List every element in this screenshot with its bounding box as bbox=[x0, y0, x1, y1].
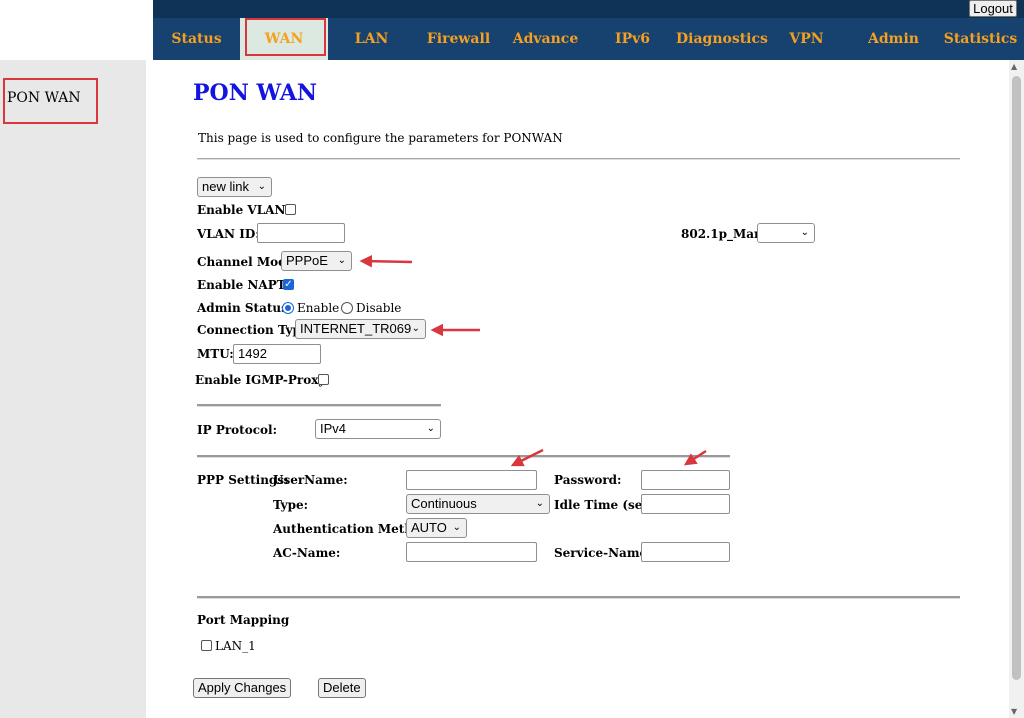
ac-name-input[interactable] bbox=[406, 542, 537, 562]
idle-time-input[interactable] bbox=[641, 494, 730, 514]
ip-protocol-label: IP Protocol: bbox=[197, 423, 278, 437]
admin-status-label: Admin Status: bbox=[197, 301, 293, 315]
tab-admin[interactable]: Admin bbox=[850, 18, 937, 60]
auth-method-select[interactable]: AUTO ⌄ bbox=[406, 518, 467, 538]
apply-changes-button[interactable]: Apply Changes bbox=[193, 678, 292, 698]
lan1-label: LAN_1 bbox=[215, 639, 256, 653]
tab-status[interactable]: Status bbox=[153, 18, 240, 60]
sidebar bbox=[0, 60, 146, 718]
service-name-label: Service-Name: bbox=[554, 546, 652, 560]
admin-disable-label: Disable bbox=[356, 301, 402, 315]
mark-label: 802.1p_Mark bbox=[681, 227, 769, 241]
enable-vlan-checkbox[interactable] bbox=[285, 204, 296, 215]
username-input[interactable] bbox=[406, 470, 537, 490]
port-mapping-label: Port Mapping bbox=[197, 613, 290, 627]
mtu-label: MTU: bbox=[197, 347, 234, 361]
service-name-input[interactable] bbox=[641, 542, 730, 562]
tab-diagnostics[interactable]: Diagnostics bbox=[676, 18, 768, 60]
annotation-arrows bbox=[359, 254, 707, 467]
tab-lan[interactable]: LAN bbox=[328, 18, 415, 60]
divider bbox=[197, 404, 441, 407]
password-label: Password: bbox=[554, 473, 622, 487]
tab-advance[interactable]: Advance bbox=[502, 18, 589, 60]
divider bbox=[197, 596, 960, 599]
admin-enable-label: Enable bbox=[297, 301, 340, 315]
mark-select[interactable]: ⌄ bbox=[757, 223, 815, 243]
type-label: Type: bbox=[273, 498, 309, 512]
delete-button[interactable]: Delete bbox=[318, 678, 366, 698]
top-nav-strip bbox=[153, 0, 1024, 18]
link-select[interactable]: new link ⌄ bbox=[197, 177, 272, 197]
ac-name-label: AC-Name: bbox=[273, 546, 341, 560]
vlan-id-input[interactable] bbox=[257, 223, 345, 243]
chevron-down-icon: ⌄ bbox=[257, 181, 266, 192]
tab-vpn[interactable]: VPN bbox=[763, 18, 850, 60]
page-title: PON WAN bbox=[193, 80, 317, 106]
chevron-down-icon: ⌄ bbox=[800, 227, 809, 238]
scroll-up-icon[interactable]: ▲ bbox=[1011, 62, 1017, 71]
tab-statistics[interactable]: Statistics bbox=[937, 18, 1024, 60]
red-arrow-icon bbox=[359, 254, 413, 268]
connection-type-select[interactable]: INTERNET_TR069 ⌄ bbox=[295, 319, 426, 339]
scroll-down-icon[interactable]: ▼ bbox=[1011, 707, 1017, 716]
password-input[interactable] bbox=[641, 470, 730, 490]
page-description: This page is used to configure the param… bbox=[198, 131, 563, 145]
logout-button[interactable]: Logout bbox=[969, 0, 1017, 17]
enable-napt-label: Enable NAPT: bbox=[197, 278, 290, 292]
igmp-proxy-checkbox[interactable] bbox=[318, 374, 329, 385]
enable-napt-checkbox[interactable]: ✓ bbox=[283, 279, 294, 290]
igmp-proxy-label: Enable IGMP-Proxy: bbox=[195, 373, 330, 387]
admin-disable-radio[interactable] bbox=[341, 302, 353, 314]
divider bbox=[197, 158, 960, 160]
username-label: UserName: bbox=[273, 473, 348, 487]
tab-ipv6[interactable]: IPv6 bbox=[589, 18, 676, 60]
vlan-id-label: VLAN ID: bbox=[197, 227, 260, 241]
tab-firewall[interactable]: Firewall bbox=[415, 18, 502, 60]
sidebar-highlight bbox=[3, 78, 98, 124]
channel-mode-select[interactable]: PPPoE ⌄ bbox=[281, 251, 352, 271]
ip-protocol-select[interactable]: IPv4 ⌄ bbox=[315, 419, 441, 439]
mtu-input[interactable]: 1492 bbox=[233, 344, 321, 364]
chevron-down-icon: ⌄ bbox=[411, 323, 420, 334]
admin-enable-radio[interactable] bbox=[282, 302, 294, 314]
chevron-down-icon: ⌄ bbox=[535, 498, 544, 509]
chevron-down-icon: ⌄ bbox=[337, 255, 346, 266]
chevron-down-icon: ⌄ bbox=[426, 423, 435, 434]
enable-vlan-label: Enable VLAN: bbox=[197, 203, 290, 217]
checkmark-icon: ✓ bbox=[284, 279, 293, 290]
wan-tab-highlight bbox=[245, 18, 326, 56]
divider bbox=[197, 455, 730, 458]
type-select[interactable]: Continuous ⌄ bbox=[406, 494, 550, 514]
lan1-checkbox[interactable] bbox=[201, 640, 212, 651]
scrollbar-thumb[interactable] bbox=[1012, 76, 1021, 680]
chevron-down-icon: ⌄ bbox=[452, 522, 461, 533]
